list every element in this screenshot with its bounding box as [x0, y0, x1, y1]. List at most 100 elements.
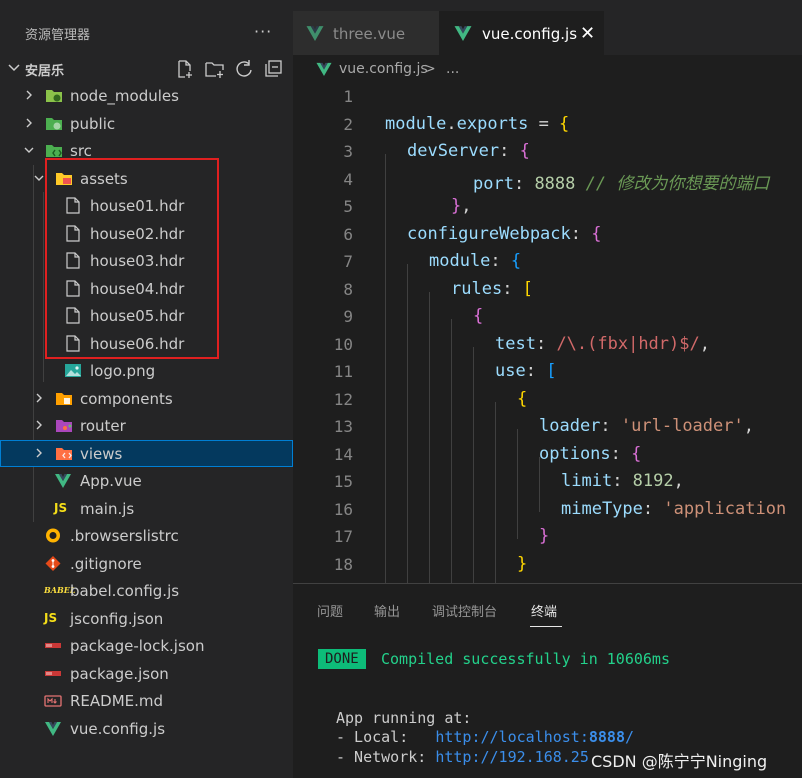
new-folder-icon[interactable] — [205, 59, 225, 79]
local-url[interactable]: http://localhost: — [435, 728, 589, 746]
collapse-all-icon[interactable] — [264, 59, 284, 79]
code-brace: { — [510, 251, 522, 271]
ellipsis-icon[interactable]: ··· — [254, 22, 272, 41]
code-token: configureWebpack — [407, 224, 571, 244]
project-root[interactable]: 安居乐 — [0, 55, 293, 82]
browserslist-icon — [46, 528, 60, 543]
line-number: 9 — [343, 307, 353, 326]
network-url[interactable]: http://192.168.25 — [435, 748, 589, 766]
breadcrumb-file[interactable]: vue.config.js — [339, 61, 428, 77]
code-brace: { — [519, 141, 530, 161]
indent-guide — [451, 319, 452, 583]
local-url-suffix[interactable]: / — [625, 728, 634, 746]
active-tab-indicator — [530, 626, 562, 627]
explorer-title: 资源管理器 — [25, 28, 91, 43]
tab-output[interactable]: 输出 — [374, 601, 400, 620]
indent-guide — [517, 429, 518, 539]
npm-icon — [45, 643, 61, 648]
editor-tab-bar: three.vue vue.config.js ✕ — [293, 0, 802, 55]
markdown-icon — [44, 695, 62, 707]
line-number: 15 — [333, 472, 353, 491]
tree-file-main-js[interactable]: JS main.js — [0, 495, 293, 522]
tree-item-label: babel.config.js — [70, 582, 180, 600]
watermark: CSDN @陈宁宁Ninging — [591, 752, 768, 771]
breadcrumb: vue.config.js > ... — [293, 55, 802, 83]
vue-icon — [55, 474, 71, 488]
tab-label: vue.config.js — [482, 25, 578, 43]
tree-file-package-lock[interactable]: package-lock.json — [0, 632, 293, 659]
code-line: module.exports = { — [385, 114, 569, 134]
local-port[interactable]: 8888 — [589, 728, 625, 746]
new-file-icon[interactable] — [175, 59, 195, 79]
tree-item-label: main.js — [80, 500, 135, 518]
tree-file-readme[interactable]: README.md — [0, 687, 293, 714]
indent-guide — [407, 264, 408, 583]
code-line: test: /\.(fbx|hdr)$/, — [495, 334, 710, 354]
tab-three-vue[interactable]: three.vue — [293, 11, 439, 55]
tab-vue-config-js[interactable]: vue.config.js ✕ — [439, 11, 604, 55]
terminal-line: App running at: — [336, 709, 471, 727]
tree-item-label: App.vue — [80, 472, 142, 490]
tree-file-app-vue[interactable]: App.vue — [0, 467, 293, 494]
breadcrumb-separator: > — [424, 61, 436, 77]
tree-item-label: public — [70, 115, 116, 133]
code-brace: { — [631, 444, 642, 464]
code-line: } — [517, 554, 527, 574]
vue-icon — [306, 26, 324, 41]
line-number: 7 — [343, 252, 353, 271]
line-number: 13 — [333, 417, 353, 436]
indent-guide — [539, 457, 540, 512]
tree-folder-public[interactable]: public — [0, 110, 293, 137]
code-editor[interactable]: 1 2 3 4 5 6 7 8 9 10 11 12 13 14 15 16 1… — [293, 83, 802, 583]
code-brace: { — [591, 224, 602, 244]
tree-item-label: logo.png — [90, 362, 156, 380]
close-icon[interactable]: ✕ — [580, 23, 595, 44]
code-token: . — [446, 114, 457, 134]
code-brace: } — [517, 554, 528, 574]
chevron-right-icon — [36, 420, 42, 430]
code-line: configureWebpack: { — [407, 224, 602, 244]
tree-folder-router[interactable]: router — [0, 412, 293, 439]
tree-file-browserslistrc[interactable]: .browserslistrc — [0, 522, 293, 549]
line-number: 16 — [333, 500, 353, 519]
breadcrumb-more[interactable]: ... — [446, 61, 459, 77]
code-line: options: { — [539, 444, 642, 464]
chevron-right-icon — [26, 90, 32, 100]
code-line: } — [539, 526, 549, 546]
code-line: use: [ — [495, 361, 557, 381]
tree-item-label: README.md — [70, 692, 164, 710]
done-badge: DONE — [318, 649, 366, 669]
chevron-down-icon — [34, 175, 44, 181]
tree-file-package-json[interactable]: package.json — [0, 660, 293, 687]
tab-terminal[interactable]: 终端 — [531, 601, 557, 620]
compiled-message: Compiled successfully in 10606ms — [381, 650, 670, 668]
tree-file-jsconfig[interactable]: JS jsconfig.json — [0, 605, 293, 632]
tree-file-logo[interactable]: logo.png — [0, 357, 293, 384]
tab-problems[interactable]: 问题 — [317, 601, 343, 620]
code-brace: } — [539, 526, 550, 546]
tree-file-gitignore[interactable]: .gitignore — [0, 550, 293, 577]
router-folder-icon — [56, 420, 72, 432]
tree-folder-node-modules[interactable]: node_modules — [0, 82, 293, 109]
line-number: 12 — [333, 390, 353, 409]
line-number: 11 — [333, 362, 353, 381]
code-token: loader — [539, 416, 601, 436]
terminal-text: - Network: — [336, 748, 436, 766]
refresh-icon[interactable] — [234, 59, 254, 79]
tree-file-vue-config[interactable]: vue.config.js — [0, 715, 293, 742]
code-token: 8888 — [534, 174, 576, 194]
line-number: 8 — [343, 280, 353, 299]
tree-folder-components[interactable]: components — [0, 385, 293, 412]
js-icon: JS — [54, 501, 68, 515]
code-token: 'url-loader' — [620, 416, 744, 436]
terminal-text: App running at: — [336, 709, 472, 727]
indent-guide — [495, 402, 496, 583]
tree-folder-views[interactable]: views — [0, 440, 293, 467]
chevron-down-icon — [8, 64, 20, 72]
tree-file-babel-config[interactable]: BABEL babel.config.js — [0, 577, 293, 604]
code-line: mimeType: 'application — [561, 499, 787, 519]
tab-debug-console[interactable]: 调试控制台 — [432, 601, 497, 620]
js-icon: JS — [44, 611, 58, 625]
indent-guide — [385, 154, 386, 583]
tree-item-label: node_modules — [70, 87, 179, 105]
